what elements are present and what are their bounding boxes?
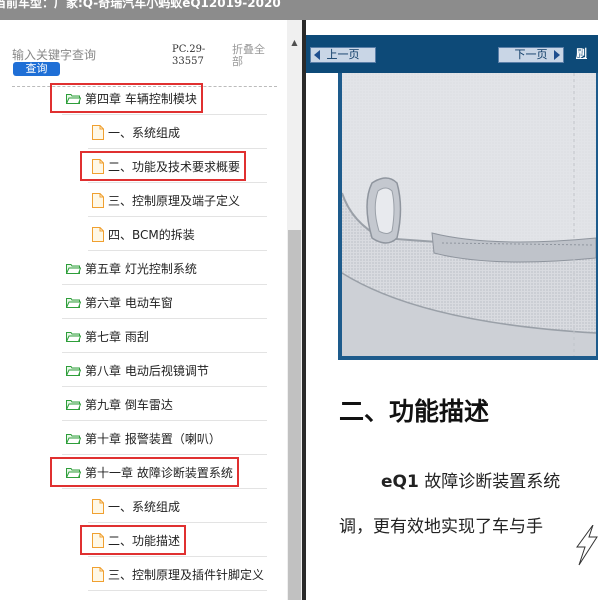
toc-item-label: 四、BCM的拆装 [108,227,195,242]
paragraph-text: 故障诊断装置系统 [418,472,561,492]
document-page-icon [92,124,104,140]
prev-page-label: 上一页 [326,48,360,61]
vehicle-front-photo [338,73,598,360]
search-button[interactable]: 查询 [13,62,60,76]
folder-open-icon [66,365,81,376]
arrow-left-icon [314,50,320,60]
toc-item-label: 第五章 灯光控制系统 [85,261,197,276]
prev-page-button[interactable]: 上一页 [310,47,376,63]
vehicle-bumper-image [342,73,596,356]
highlight-box [50,457,239,487]
scroll-up-arrow-icon[interactable]: ▲ [287,36,302,50]
search-area: 查询 PC.29-33557 折叠全部 [0,20,287,88]
toc-item-label: 三、控制原理及插件针脚定义 [108,567,265,582]
search-input[interactable] [12,47,162,63]
next-page-label: 下一页 [514,48,548,61]
document-page-icon [92,226,104,242]
toc-scrollbar-thumb[interactable] [288,230,301,600]
highlight-box [80,525,187,555]
toc-item[interactable]: 四、BCM的拆装 [0,217,287,251]
toc-item[interactable]: 第十章 报警装置（喇叭） [0,421,287,455]
title-bar: 当前车型：厂家:Q-奇瑞汽车小蚂蚁eQ12019-2020 [0,0,598,20]
document-code: PC.29-33557 [172,44,206,67]
toc-item[interactable]: 一、系统组成 [0,489,287,523]
paragraph-line: eQ1 故障诊断装置系统 [381,467,560,492]
toc-item[interactable]: 一、系统组成 [0,115,287,149]
document-page-icon [92,192,104,208]
next-page-button[interactable]: 下一页 [498,47,564,63]
model-name: eQ1 [381,472,419,492]
arrow-right-icon [554,50,560,60]
highlight-box [80,151,247,181]
toc-item[interactable]: 第九章 倒车雷达 [0,387,287,421]
document-page-icon [92,498,104,514]
toc-item[interactable]: 第七章 雨刮 [0,319,287,353]
collapse-all-button[interactable]: 折叠全部 [232,44,272,68]
toc-item-label: 第六章 电动车窗 [85,295,173,310]
toc-item[interactable]: 第六章 电动车窗 [0,285,287,319]
toc-item[interactable]: 三、控制原理及端子定义 [0,183,287,217]
document-page-icon [92,566,104,582]
section-title: 二、功能描述 [339,397,490,426]
document-viewer: 上一页 下一页 刷 二、功能描述 eQ1 故障诊断装置系统 调，更有效地实现了车… [306,20,598,600]
toc-item[interactable]: 第五章 灯光控制系统 [0,251,287,285]
mouse-cursor-icon [576,525,598,566]
toc-item[interactable]: 三、控制原理及插件针脚定义 [0,557,287,591]
toc-item-label: 第十章 报警装置（喇叭） [85,431,221,446]
refresh-link[interactable]: 刷 [576,47,587,61]
toc-item-label: 一、系统组成 [108,499,181,514]
toc-item-label: 第九章 倒车雷达 [85,397,173,412]
folder-open-icon [66,399,81,410]
toc-item[interactable]: 第八章 电动后视镜调节 [0,353,287,387]
paragraph-line: 调，更有效地实现了车与手 [339,517,543,537]
toc-item-label: 三、控制原理及端子定义 [108,193,241,208]
toc-item-label: 第八章 电动后视镜调节 [85,363,209,378]
highlight-box [50,83,203,113]
folder-open-icon [66,263,81,274]
toc-item-label: 第七章 雨刮 [85,329,149,344]
folder-open-icon [66,433,81,444]
toc-item-label: 一、系统组成 [108,125,181,140]
folder-open-icon [66,331,81,342]
current-model-title: 当前车型：厂家:Q-奇瑞汽车小蚂蚁eQ12019-2020 [0,0,281,10]
toc-panel: 查询 PC.29-33557 折叠全部 第四章 车辆控制模块一、系统组成二、功能… [0,20,287,600]
folder-open-icon [66,297,81,308]
row-separator [88,590,267,591]
